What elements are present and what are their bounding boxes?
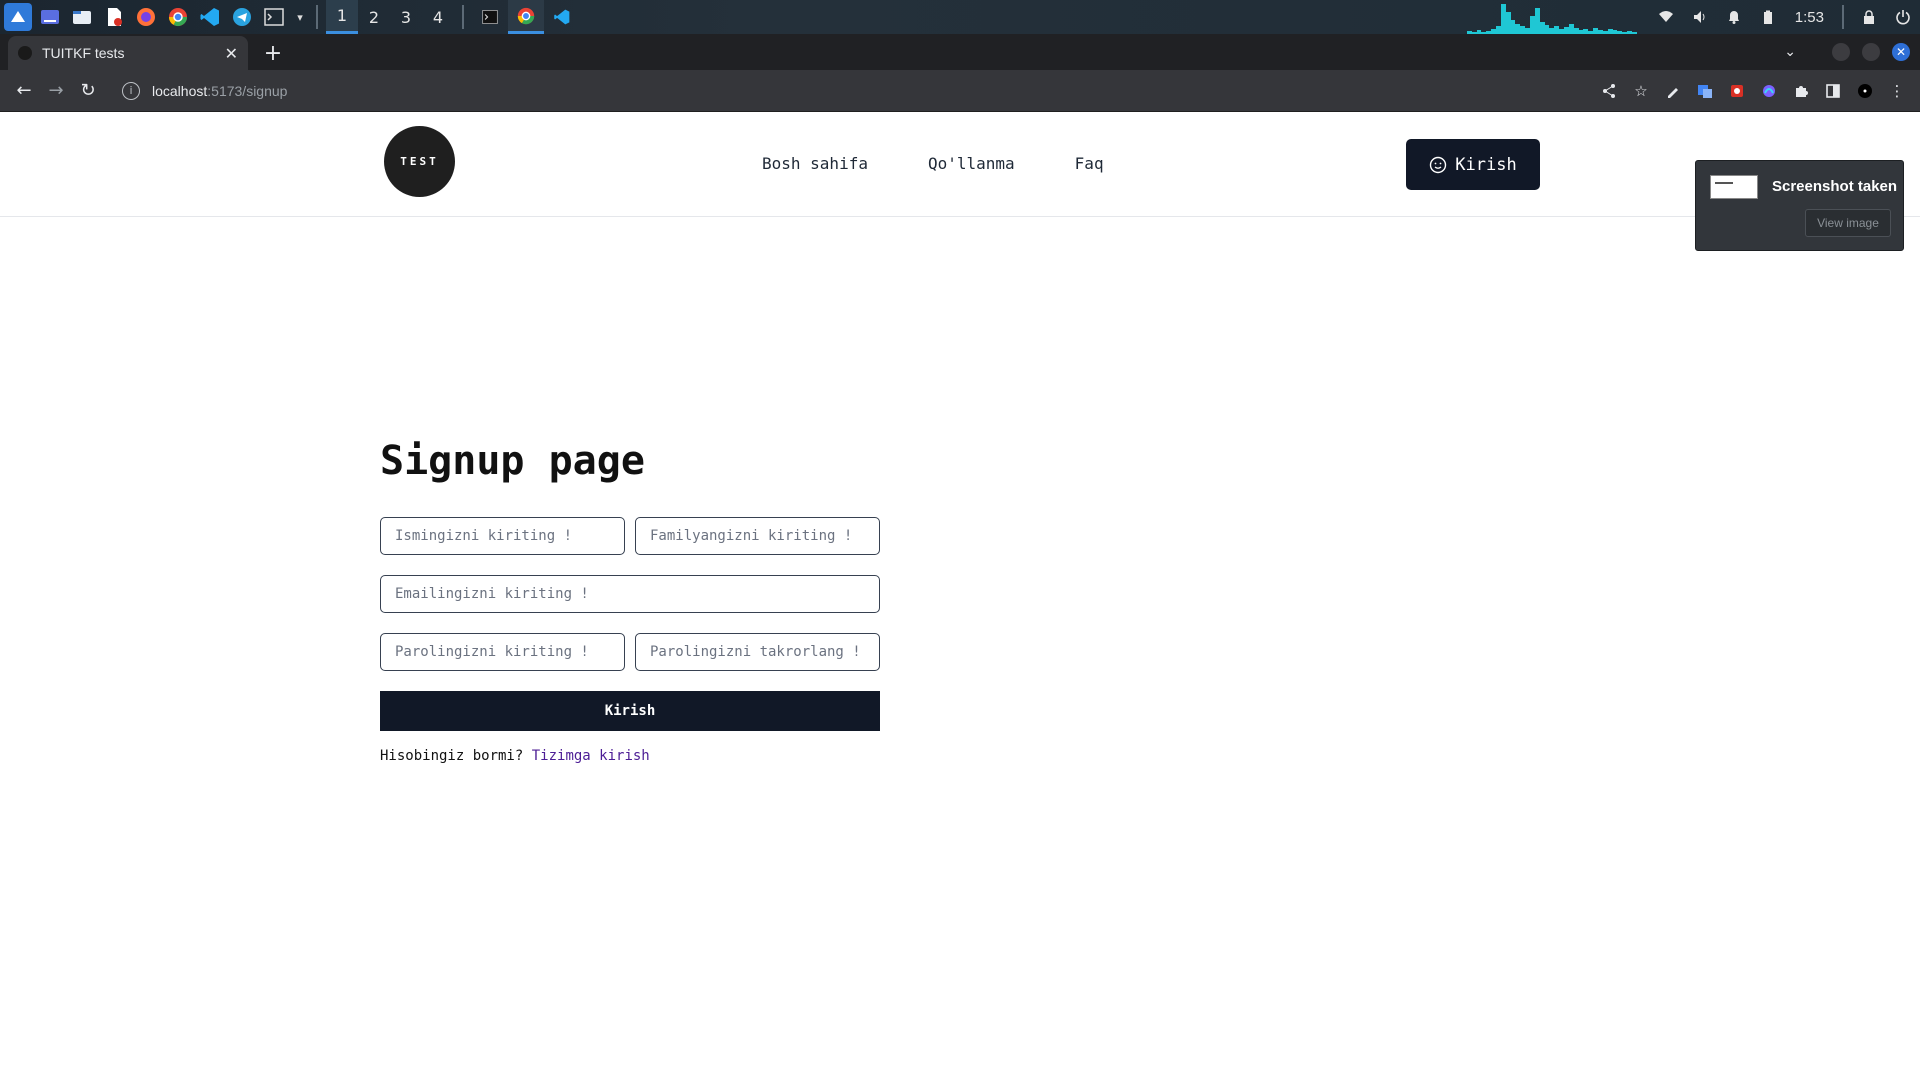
taskbar-separator bbox=[462, 5, 464, 29]
firefox-icon[interactable] bbox=[132, 3, 160, 31]
submit-button[interactable]: Kirish bbox=[380, 691, 880, 731]
system-taskbar: ▾ 1 2 3 4 1:53 bbox=[0, 0, 1920, 34]
bookmark-star-icon[interactable]: ☆ bbox=[1628, 78, 1654, 104]
telegram-icon[interactable] bbox=[228, 3, 256, 31]
taskbar-separator bbox=[1842, 5, 1844, 29]
clock[interactable]: 1:53 bbox=[1785, 9, 1834, 26]
nav-guide[interactable]: Qo'llanma bbox=[928, 154, 1015, 173]
document-icon[interactable] bbox=[100, 3, 128, 31]
header-login-button[interactable]: Kirish bbox=[1406, 139, 1540, 190]
close-icon[interactable]: ✕ bbox=[225, 44, 238, 63]
page-title: Signup page bbox=[380, 438, 645, 484]
view-image-button[interactable]: View image bbox=[1805, 209, 1891, 237]
tab-favicon-icon bbox=[18, 46, 32, 60]
vscode-window-icon[interactable] bbox=[544, 0, 580, 34]
chevron-down-icon[interactable]: ▾ bbox=[292, 3, 308, 31]
share-icon[interactable] bbox=[1596, 78, 1622, 104]
url-host: localhost bbox=[152, 82, 208, 99]
terminal-window-icon[interactable] bbox=[472, 0, 508, 34]
taskbar-separator bbox=[316, 5, 318, 29]
signin-prompt: Hisobingiz bormi? Tizimga kirish bbox=[380, 748, 650, 764]
workspace-1[interactable]: 1 bbox=[326, 0, 358, 34]
wifi-icon[interactable] bbox=[1649, 0, 1683, 34]
browser-toolbar: ← → ↻ i localhost:5173/signup ☆ ⋮ bbox=[0, 70, 1920, 112]
window-close-button[interactable]: ✕ bbox=[1892, 43, 1910, 61]
color-picker-icon[interactable] bbox=[1660, 78, 1686, 104]
nav-faq[interactable]: Faq bbox=[1075, 154, 1104, 173]
have-account-text: Hisobingiz bormi? bbox=[380, 748, 524, 764]
extensions-puzzle-icon[interactable] bbox=[1788, 78, 1814, 104]
back-button[interactable]: ← bbox=[8, 75, 40, 107]
password-input[interactable] bbox=[380, 633, 625, 671]
tab-title: TUITKF tests bbox=[42, 45, 125, 61]
files-icon[interactable] bbox=[68, 3, 96, 31]
smiley-icon bbox=[1430, 156, 1447, 173]
vscode-icon[interactable] bbox=[196, 3, 224, 31]
url-path: :5173/signup bbox=[207, 82, 288, 99]
workspace-4[interactable]: 4 bbox=[422, 0, 454, 34]
signin-link[interactable]: Tizimga kirish bbox=[532, 748, 650, 764]
new-tab-button[interactable]: + bbox=[258, 38, 288, 68]
tab-search-chevron-icon[interactable]: ⌄ bbox=[1784, 44, 1796, 60]
site-header: TEST Bosh sahifa Qo'llanma Faq Kirish bbox=[0, 112, 1920, 217]
last-name-input[interactable] bbox=[635, 517, 880, 555]
translate-icon[interactable] bbox=[1692, 78, 1718, 104]
password-repeat-input[interactable] bbox=[635, 633, 880, 671]
volume-icon[interactable] bbox=[1683, 0, 1717, 34]
browser-tabstrip: TUITKF tests ✕ + ⌄ ✕ bbox=[0, 34, 1920, 70]
first-name-input[interactable] bbox=[380, 517, 625, 555]
address-bar[interactable]: i localhost:5173/signup bbox=[122, 75, 1596, 107]
maximize-button[interactable] bbox=[1862, 43, 1880, 61]
profile-avatar-icon[interactable] bbox=[1852, 78, 1878, 104]
side-panel-icon[interactable] bbox=[1820, 78, 1846, 104]
nav-home[interactable]: Bosh sahifa bbox=[762, 154, 868, 173]
network-graph bbox=[1466, 0, 1637, 34]
browser-tab[interactable]: TUITKF tests ✕ bbox=[8, 36, 248, 70]
main-nav: Bosh sahifa Qo'llanma Faq bbox=[762, 154, 1104, 173]
screenshot-thumbnail[interactable] bbox=[1710, 175, 1758, 199]
power-icon[interactable] bbox=[1886, 0, 1920, 34]
window-controls: ⌄ ✕ bbox=[1784, 34, 1910, 70]
launcher-icon[interactable] bbox=[4, 3, 32, 31]
header-login-label: Kirish bbox=[1455, 154, 1517, 175]
site-logo[interactable]: TEST bbox=[384, 126, 455, 197]
extension-red-icon[interactable] bbox=[1724, 78, 1750, 104]
lock-icon[interactable] bbox=[1852, 0, 1886, 34]
bell-icon[interactable] bbox=[1717, 0, 1751, 34]
forward-button[interactable]: → bbox=[40, 75, 72, 107]
chrome-window-icon[interactable] bbox=[508, 0, 544, 34]
workspace-3[interactable]: 3 bbox=[390, 0, 422, 34]
system-tray: 1:53 bbox=[1466, 0, 1920, 34]
site-info-icon[interactable]: i bbox=[122, 81, 140, 100]
terminal-icon[interactable] bbox=[260, 3, 288, 31]
desktop-icon[interactable] bbox=[36, 3, 64, 31]
extension-gradient-icon[interactable] bbox=[1756, 78, 1782, 104]
chrome-icon[interactable] bbox=[164, 3, 192, 31]
toolbar-actions: ☆ ⋮ bbox=[1596, 78, 1910, 104]
minimize-button[interactable] bbox=[1832, 43, 1850, 61]
battery-icon[interactable] bbox=[1751, 0, 1785, 34]
menu-kebab-icon[interactable]: ⋮ bbox=[1884, 78, 1910, 104]
page-content: TEST Bosh sahifa Qo'llanma Faq Kirish Si… bbox=[0, 112, 1920, 1080]
email-input[interactable] bbox=[380, 575, 880, 613]
reload-button[interactable]: ↻ bbox=[72, 75, 104, 107]
notification-title: Screenshot taken bbox=[1772, 178, 1898, 195]
screenshot-notification: Screenshot taken View image bbox=[1695, 160, 1904, 251]
workspace-2[interactable]: 2 bbox=[358, 0, 390, 34]
